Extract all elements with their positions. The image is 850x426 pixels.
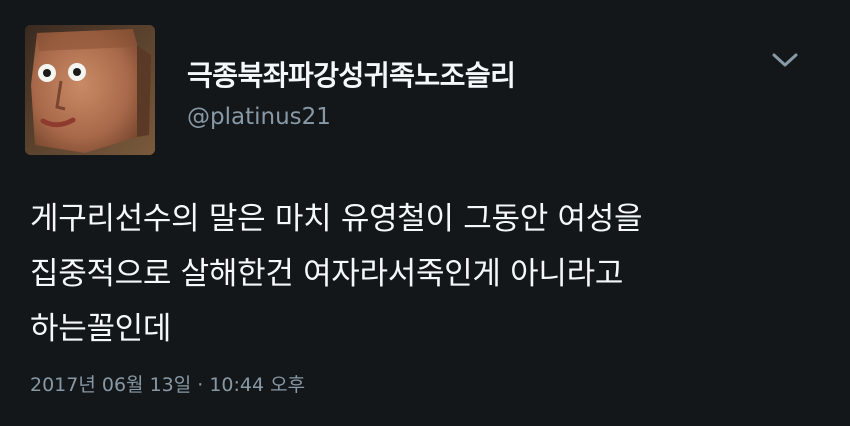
- tweet-text: 게구리선수의 말은 마치 유영철이 그동안 여성을 집중적으로 살해한건 여자라…: [30, 201, 643, 347]
- avatar[interactable]: [25, 25, 155, 155]
- tweet-timestamp[interactable]: 2017년 06월 13일 · 10:44 오후: [30, 370, 305, 397]
- display-name[interactable]: 극종북좌파강성귀족노조슬리: [187, 54, 516, 94]
- avatar-image: [25, 25, 155, 155]
- tweet-card: 극종북좌파강성귀족노조슬리 @platinus21 게구리선수의 말은 마치 유…: [0, 0, 850, 426]
- user-handle[interactable]: @platinus21: [187, 104, 331, 130]
- chevron-down-icon[interactable]: [768, 46, 802, 74]
